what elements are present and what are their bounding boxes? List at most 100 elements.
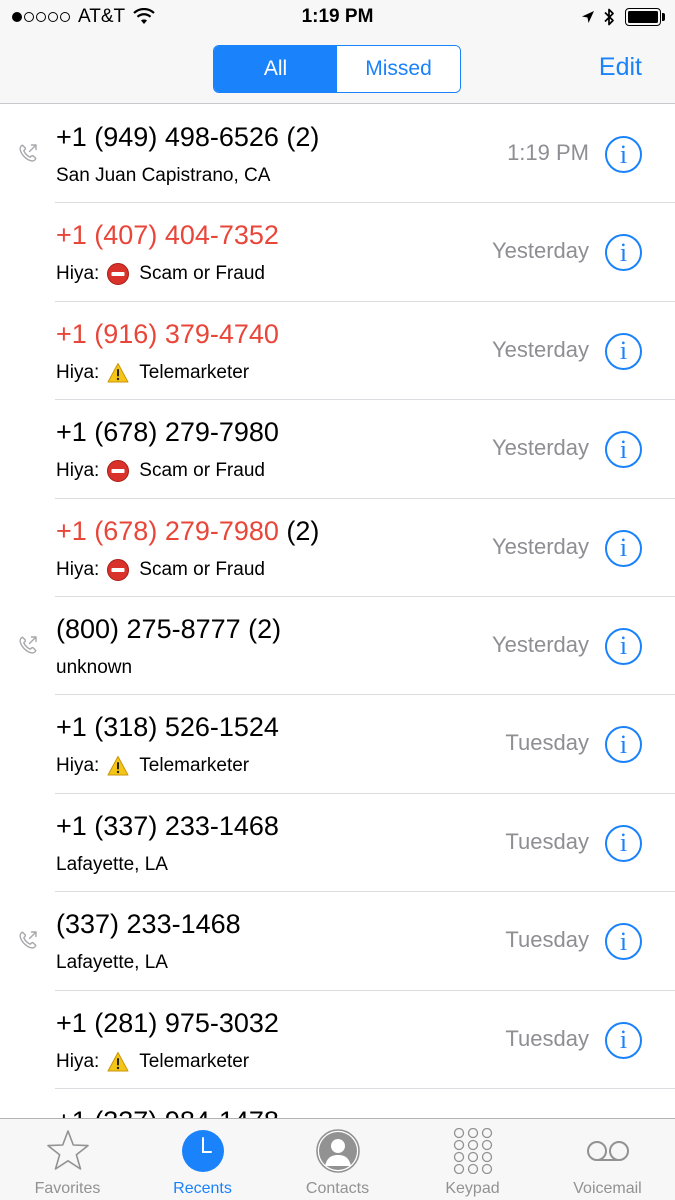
outgoing-call-icon [19,144,37,162]
info-button[interactable]: i [605,529,642,567]
call-subtitle: unknown [56,657,132,679]
info-button[interactable]: i [605,234,642,272]
call-row[interactable]: +1 (678) 279-7980 Hiya: Scam or Fraud Yeste… [0,400,675,499]
segment-all[interactable]: All [214,46,337,92]
phone-number: +1 (407) 404-7352 [56,220,279,251]
edit-button[interactable]: Edit [599,53,642,82]
outgoing-call-icon [19,931,37,949]
status-time: 1:19 PM [301,6,374,27]
caller-label: Lafayette, LA [56,952,168,974]
call-time: Tuesday [505,927,589,953]
info-button[interactable]: i [605,332,642,370]
call-row[interactable]: +1 (337) 233-1468 Lafayette, LA Tuesday i [0,794,675,893]
bluetooth-icon [604,8,614,26]
warning-icon [107,1051,129,1072]
call-subtitle: Lafayette, LA [56,854,168,876]
no-entry-icon [107,558,130,581]
call-number: +1 (281) 975-3032 [56,1008,279,1039]
info-button[interactable]: i [605,923,642,961]
calls-filter-segmented-control: All Missed [213,45,461,93]
call-number: +1 (318) 526-1524 [56,712,279,743]
warning-icon [107,362,129,383]
call-number: +1 (916) 379-4740 [56,319,279,350]
no-entry-icon [107,460,130,483]
phone-number: +1 (281) 975-3032 [56,1007,279,1038]
call-number: (337) 233-1468 [56,909,241,940]
tab-voicemail[interactable]: Voicemail [540,1119,675,1200]
call-row[interactable]: +1 (678) 279-7980 (2) Hiya: Scam or Fraud Y… [0,499,675,598]
info-button[interactable]: i [605,136,642,173]
call-row[interactable]: +1 (337) 984-1478i [0,1089,675,1118]
tab-recents[interactable]: Recents [135,1119,270,1200]
call-time: 1:19 PM [507,140,589,165]
call-row[interactable]: +1 (407) 404-7352 Hiya: Scam or Fraud Yeste… [0,203,675,303]
phone-number: +1 (678) 279-7980 [56,417,279,448]
warning-icon [107,756,129,776]
caller-label: Scam or Fraud [139,263,265,285]
phone-number: +1 (916) 379-4740 [56,318,279,349]
call-number: +1 (949) 498-6526 (2) [56,122,319,153]
call-row[interactable]: (800) 275-8777 (2) unknown Yesterday i [0,597,675,696]
call-count: (2) [278,122,320,152]
caller-label: Telemarketer [139,1050,250,1072]
call-subtitle: Hiya: Telemarketer [56,755,249,777]
outgoing-call-icon [19,636,37,654]
call-time: Yesterday [491,238,589,264]
caller-label: unknown [56,656,133,678]
tab-keypad[interactable]: Keypad [405,1119,540,1200]
call-time: Yesterday [491,336,589,362]
call-number: +1 (337) 233-1468 [56,811,279,842]
phone-number: +1 (337) 984-1478 [56,1106,279,1118]
caller-id-provider: Hiya: [56,361,100,383]
call-row[interactable]: +1 (949) 498-6526 (2) San Juan Capistrano… [0,105,675,204]
call-row[interactable]: +1 (281) 975-3032 Hiya: Telemarketer Tuesda… [0,991,675,1090]
status-bar: AT&T 1:19 PM [0,0,675,36]
call-time: Yesterday [491,533,589,559]
phone-number: (800) 275-8777 [56,613,241,644]
phone-number: (337) 233-1468 [56,909,241,940]
tab-bar: Favorites Recents Contacts Keypad Voicemail [0,1118,675,1200]
caller-label: Telemarketer [139,755,250,777]
call-subtitle: Hiya: Scam or Fraud [56,263,265,286]
call-subtitle: Hiya: Telemarketer [56,1051,249,1073]
tab-label: Favorites [34,1180,101,1197]
caller-id-provider: Hiya: [56,1050,100,1072]
tab-label: Voicemail [573,1180,642,1197]
phone-number: +1 (949) 498-6526 [56,122,279,152]
caller-label: San Juan Capistrano, CA [56,165,271,186]
info-button[interactable]: i [605,431,642,469]
phone-number: +1 (337) 233-1468 [56,810,279,841]
call-row[interactable]: +1 (916) 379-4740 Hiya: Telemarketer Yester… [0,302,675,401]
info-button[interactable]: i [605,824,642,862]
call-row[interactable]: (337) 233-1468 Lafayette, LA Tuesday i [0,892,675,991]
star-icon [46,1130,89,1170]
caller-label: Scam or Fraud [139,558,265,580]
call-row[interactable]: +1 (318) 526-1524 Hiya: Telemarketer Tuesda… [0,695,675,795]
call-number: +1 (678) 279-7980 [56,417,279,448]
recent-calls-list[interactable]: +1 (949) 498-6526 (2) San Juan Capistrano… [0,105,675,1118]
info-button[interactable]: i [605,726,642,764]
no-entry-icon [107,263,130,286]
tab-favorites[interactable]: Favorites [0,1119,135,1200]
battery-level [628,11,658,23]
info-button[interactable]: i [605,1021,642,1059]
call-number: +1 (678) 279-7980 (2) [56,516,319,547]
voicemail-icon [586,1141,629,1161]
navigation-bar: All Missed Edit [0,36,675,104]
battery-icon [625,8,665,26]
caller-label: Lafayette, LA [56,853,168,875]
caller-id-provider: Hiya: [56,263,100,285]
info-button[interactable]: i [605,627,642,665]
call-time: Tuesday [505,1025,589,1051]
location-arrow-icon [582,11,594,23]
tab-label: Contacts [305,1180,370,1197]
tab-contacts[interactable]: Contacts [270,1119,405,1200]
call-count: (2) [278,515,320,546]
caller-id-provider: Hiya: [56,558,100,580]
call-subtitle: Hiya: Scam or Fraud [56,460,265,483]
clock-icon [181,1130,224,1172]
call-subtitle: Lafayette, LA [56,952,168,974]
tab-label: Keypad [445,1180,500,1197]
call-time: Tuesday [505,828,589,854]
segment-missed[interactable]: Missed [337,46,460,92]
